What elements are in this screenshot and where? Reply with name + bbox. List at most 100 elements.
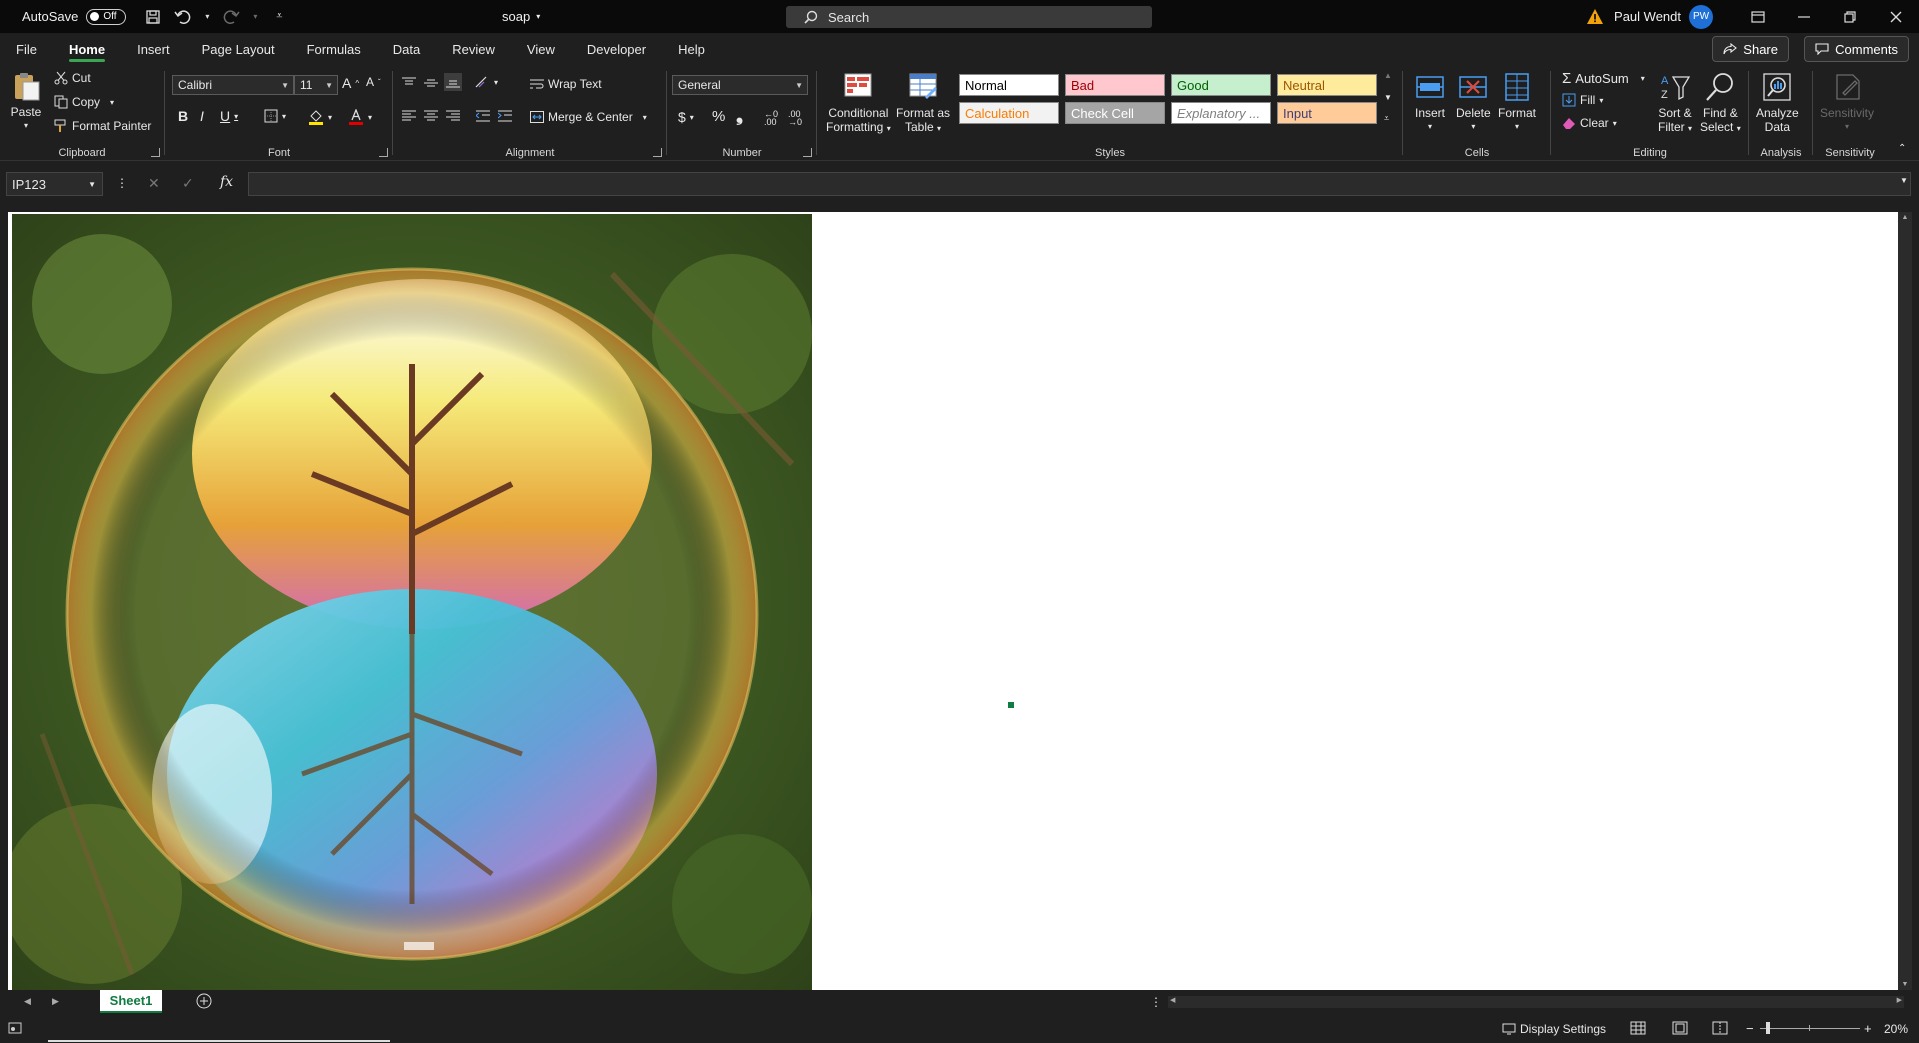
page-break-view-button[interactable] xyxy=(1712,1021,1728,1035)
warning-icon[interactable] xyxy=(1586,8,1604,26)
style-explanatory[interactable]: Explanatory ... xyxy=(1171,102,1271,124)
insert-cells-button[interactable]: Insert ▾ xyxy=(1414,71,1446,134)
redo-icon[interactable] xyxy=(220,6,242,28)
number-format-select[interactable]: General ▼ xyxy=(672,75,808,95)
name-box-more-icon[interactable]: ⋮ xyxy=(116,176,128,190)
user-name[interactable]: Paul Wendt xyxy=(1614,9,1681,24)
italic-button[interactable]: I xyxy=(200,108,204,124)
zoom-slider[interactable] xyxy=(1760,1022,1860,1034)
scroll-down-icon[interactable]: ▼ xyxy=(1898,981,1912,988)
style-check-cell[interactable]: Check Cell xyxy=(1065,102,1165,124)
top-align-button[interactable] xyxy=(402,77,416,89)
page-layout-view-button[interactable] xyxy=(1672,1021,1688,1035)
cut-button[interactable]: Cut xyxy=(54,71,91,85)
style-good[interactable]: Good xyxy=(1171,74,1271,96)
style-input[interactable]: Input xyxy=(1277,102,1377,124)
insert-function-icon[interactable]: fx xyxy=(220,174,233,190)
undo-icon[interactable] xyxy=(172,6,194,28)
align-left-button[interactable] xyxy=(402,110,416,122)
normal-view-button[interactable] xyxy=(1630,1021,1646,1035)
scroll-left-icon[interactable]: ◀ xyxy=(1170,996,1175,1004)
undo-dropdown-icon[interactable]: ▾ xyxy=(202,6,212,28)
fill-color-button[interactable]: ▾ xyxy=(308,109,332,125)
autosave-toggle[interactable]: Off xyxy=(86,8,127,25)
increase-font-size-button[interactable]: A ^ xyxy=(342,75,359,91)
decrease-decimal-button[interactable]: .00 →0 xyxy=(788,110,802,127)
tab-developer[interactable]: Developer xyxy=(571,33,662,65)
clear-button[interactable]: Clear ▾ xyxy=(1562,116,1617,130)
customize-toolbar-icon[interactable]: ⩡ xyxy=(268,6,290,28)
tab-page-layout[interactable]: Page Layout xyxy=(186,33,291,65)
borders-button[interactable]: ▾ xyxy=(264,109,286,123)
minimize-icon[interactable] xyxy=(1781,0,1827,33)
styles-scroll-up-button[interactable]: ▲ xyxy=(1384,71,1392,80)
zoom-out-button[interactable]: − xyxy=(1746,1021,1754,1036)
name-box[interactable]: IP123 ▼ xyxy=(6,172,103,196)
tab-formulas[interactable]: Formulas xyxy=(291,33,377,65)
increase-decimal-button[interactable]: ←0.00 xyxy=(764,110,778,127)
bottom-align-button[interactable] xyxy=(444,73,462,91)
close-icon[interactable] xyxy=(1873,0,1919,33)
search-box[interactable]: Search xyxy=(786,6,1152,28)
comments-button[interactable]: Comments xyxy=(1804,36,1909,62)
zoom-in-button[interactable]: + xyxy=(1864,1021,1872,1036)
font-name-select[interactable]: Calibri ▼ xyxy=(172,75,294,95)
horizontal-scrollbar[interactable]: ◀ ▶ xyxy=(1168,996,1904,1008)
fill-button[interactable]: Fill ▾ xyxy=(1562,93,1603,107)
avatar[interactable]: PW xyxy=(1689,4,1713,29)
ribbon-display-options-icon[interactable] xyxy=(1735,0,1781,33)
number-dialog-launcher[interactable] xyxy=(803,148,812,157)
formula-input[interactable] xyxy=(248,172,1911,196)
enter-entry-icon[interactable]: ✓ xyxy=(182,175,194,192)
font-dialog-launcher[interactable] xyxy=(379,148,388,157)
autosum-button[interactable]: Σ AutoSum ▾ xyxy=(1562,70,1645,87)
align-right-button[interactable] xyxy=(446,110,460,122)
sort-filter-button[interactable]: AZ Sort & Filter ▾ xyxy=(1658,71,1692,136)
increase-indent-button[interactable] xyxy=(498,110,512,122)
next-sheet-icon[interactable]: ▶ xyxy=(52,996,59,1007)
restore-icon[interactable] xyxy=(1827,0,1873,33)
styles-scroll-down-button[interactable]: ▼ xyxy=(1384,93,1392,102)
tab-help[interactable]: Help xyxy=(662,33,721,65)
alignment-dialog-launcher[interactable] xyxy=(653,148,662,157)
orientation-button[interactable]: ▾ xyxy=(474,75,498,89)
format-as-table-button[interactable]: Format as Table ▾ xyxy=(896,71,950,136)
tab-insert[interactable]: Insert xyxy=(121,33,186,65)
collapse-ribbon-button[interactable]: ⌃ xyxy=(1898,143,1906,154)
style-neutral[interactable]: Neutral xyxy=(1277,74,1377,96)
analyze-data-button[interactable]: Analyze Data xyxy=(1756,71,1799,134)
share-button[interactable]: Share xyxy=(1712,36,1789,62)
style-bad[interactable]: Bad xyxy=(1065,74,1165,96)
vertical-scrollbar[interactable]: ▲ ▼ xyxy=(1898,212,1912,990)
find-select-button[interactable]: Find & Select ▾ xyxy=(1700,71,1741,136)
macro-record-icon[interactable] xyxy=(8,1022,22,1034)
scroll-right-icon[interactable]: ▶ xyxy=(1897,996,1902,1004)
align-center-button[interactable] xyxy=(424,110,438,122)
merge-center-button[interactable]: Merge & Center ▾ xyxy=(530,110,647,124)
add-sheet-button[interactable] xyxy=(196,993,212,1009)
font-color-button[interactable]: ▾ xyxy=(348,109,372,125)
paste-button[interactable]: Paste ▾ xyxy=(10,70,42,133)
soap-bubble-picture[interactable] xyxy=(12,214,812,990)
worksheet-grid[interactable] xyxy=(8,212,1898,990)
cancel-entry-icon[interactable]: ✕ xyxy=(148,175,160,192)
percent-style-button[interactable]: % xyxy=(712,108,725,125)
document-title[interactable]: soap ▾ xyxy=(502,0,540,33)
conditional-formatting-button[interactable]: Conditional Formatting ▾ xyxy=(826,71,891,136)
accounting-format-button[interactable]: $ ▾ xyxy=(678,109,694,125)
previous-sheet-icon[interactable]: ◀ xyxy=(24,996,31,1007)
decrease-indent-button[interactable] xyxy=(476,110,490,122)
middle-align-button[interactable] xyxy=(424,77,438,89)
style-calculation[interactable]: Calculation xyxy=(959,102,1059,124)
sensitivity-button[interactable]: Sensitivity ▾ xyxy=(1820,71,1874,134)
scroll-up-icon[interactable]: ▲ xyxy=(1898,214,1912,221)
expand-formula-bar-icon[interactable]: ▼ xyxy=(1900,176,1908,185)
font-size-select[interactable]: 11 ▼ xyxy=(294,75,338,95)
tab-home[interactable]: Home xyxy=(53,33,121,65)
comma-style-button[interactable]: ❟ xyxy=(736,105,743,126)
tab-view[interactable]: View xyxy=(511,33,571,65)
zoom-slider-thumb[interactable] xyxy=(1766,1022,1770,1034)
redo-dropdown-icon[interactable]: ▾ xyxy=(250,6,260,28)
resize-handle[interactable] xyxy=(1007,701,1015,709)
sheet-tab-sheet1[interactable]: Sheet1 xyxy=(100,990,162,1013)
